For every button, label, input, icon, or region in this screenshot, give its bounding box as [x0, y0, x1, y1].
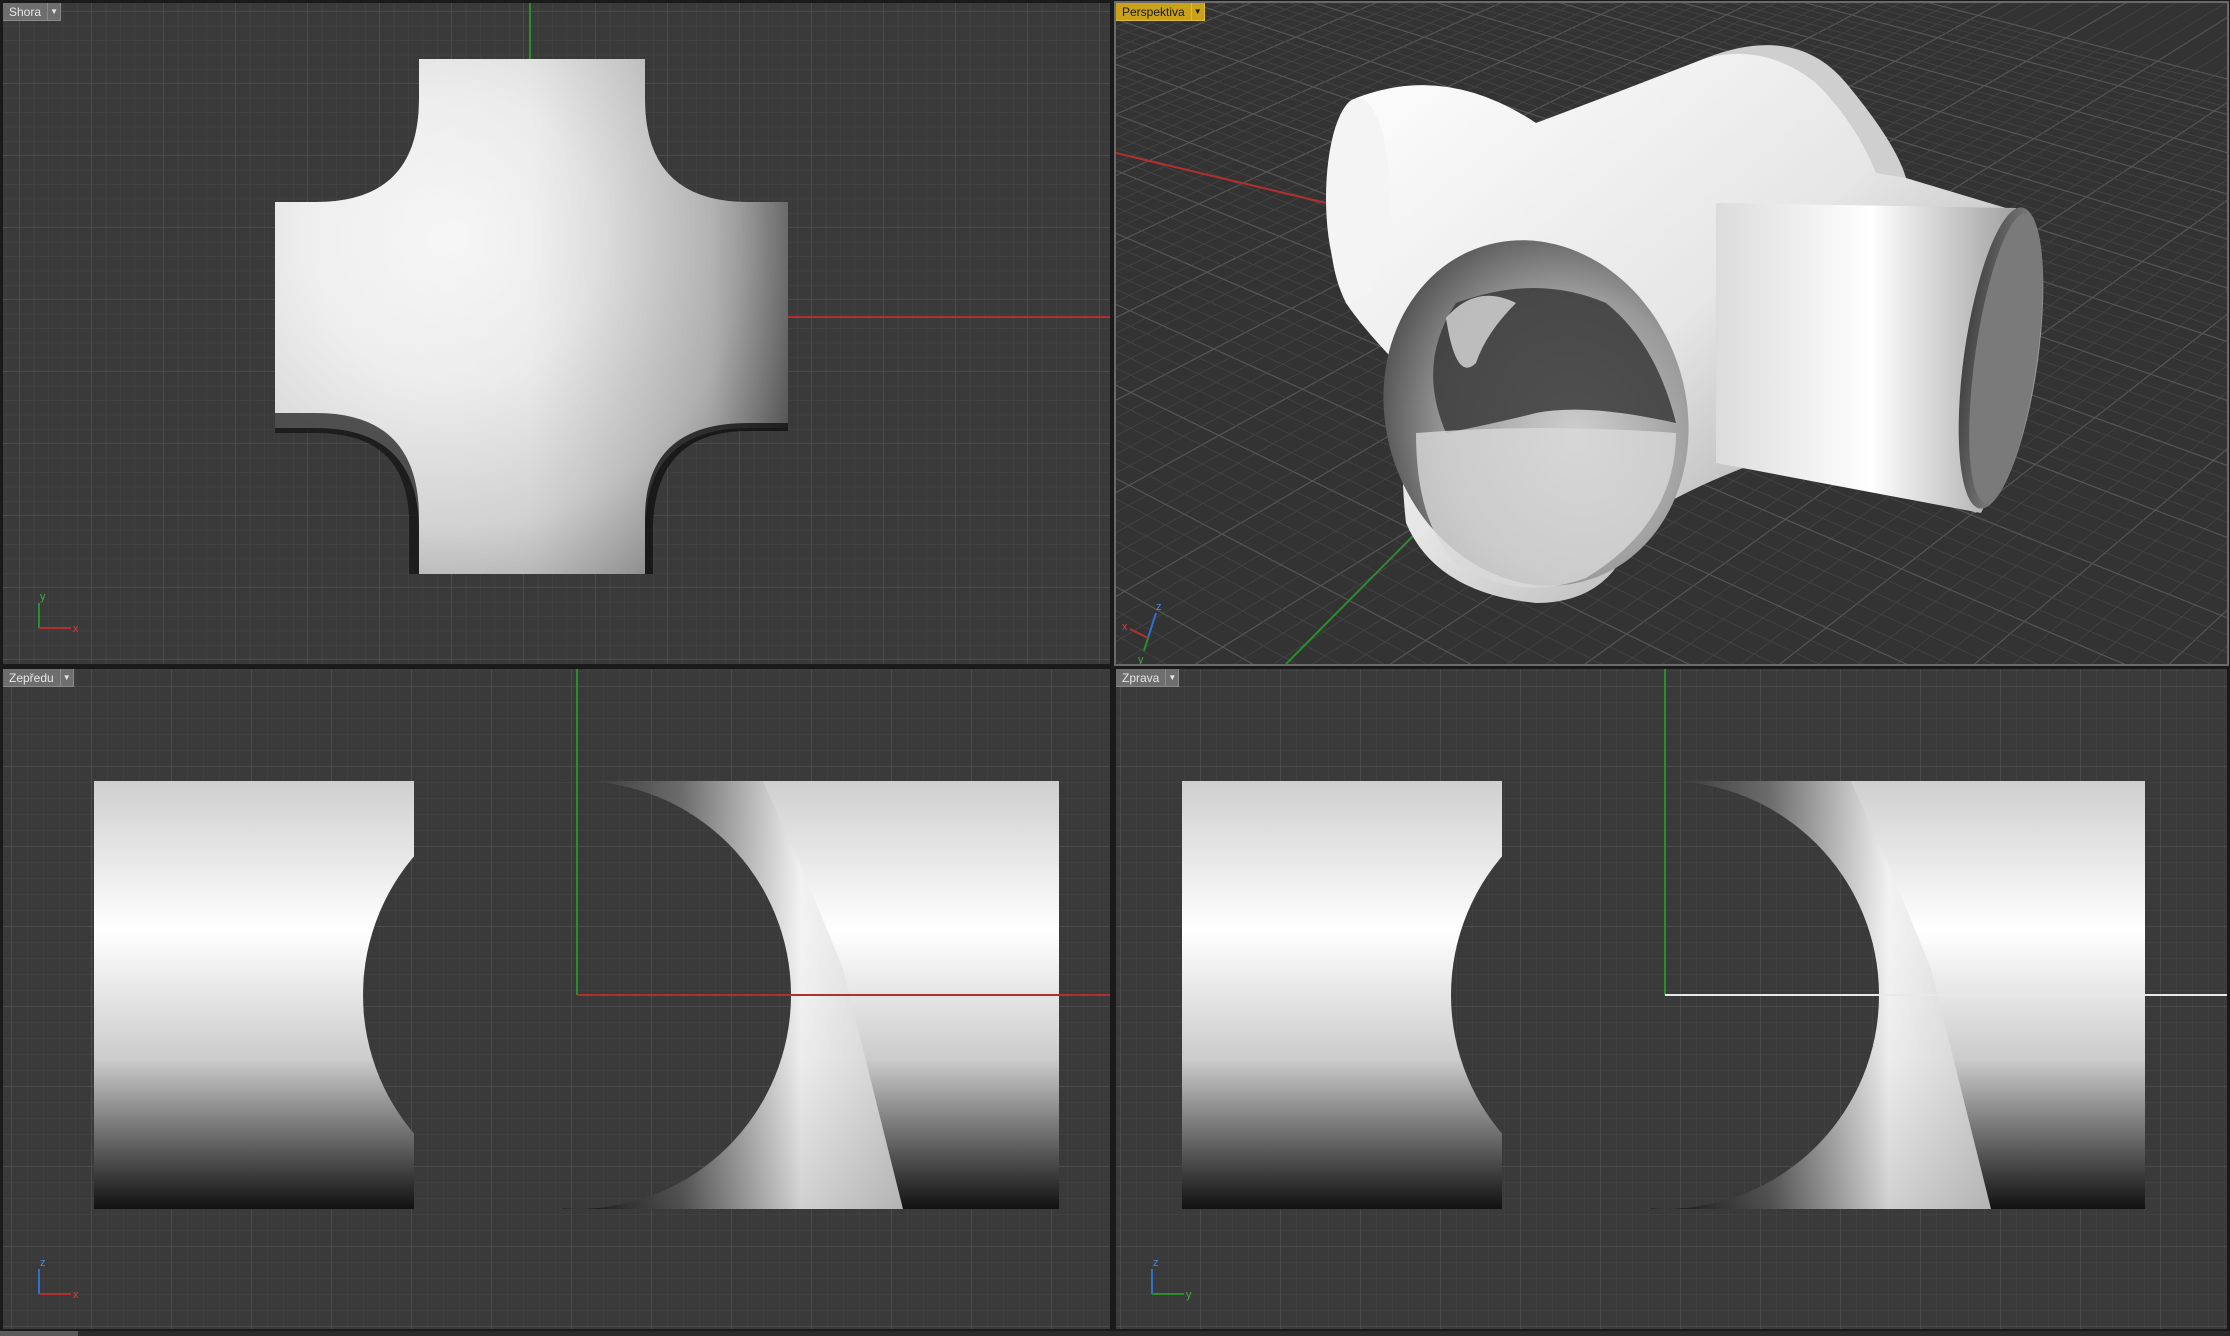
- viewport-tab-front[interactable]: Zepředu ▼: [3, 669, 74, 687]
- gizmo-label-z: z: [1153, 1257, 1159, 1269]
- gizmo-label-z: z: [1156, 601, 1162, 613]
- triangle-down-icon[interactable]: ▼: [1166, 669, 1180, 687]
- viewport-front[interactable]: z x Zepředu ▼: [3, 669, 1110, 1329]
- viewport-tab-top[interactable]: Shora ▼: [3, 3, 62, 21]
- viewport-tab-perspective[interactable]: Perspektiva ▼: [1116, 3, 1205, 21]
- viewport-label-front[interactable]: Zepředu: [3, 669, 61, 687]
- viewport-perspective[interactable]: z x y Perspektiva ▼: [1114, 1, 2229, 666]
- viewport-label-right[interactable]: Zprava: [1116, 669, 1167, 687]
- triangle-down-icon[interactable]: ▼: [60, 669, 74, 687]
- viewport-tab-right[interactable]: Zprava ▼: [1116, 669, 1180, 687]
- triangle-down-icon[interactable]: ▼: [48, 3, 62, 21]
- triangle-down-icon[interactable]: ▼: [1191, 3, 1205, 21]
- perspective-view-canvas[interactable]: z x y: [1116, 3, 2227, 664]
- right-view-canvas[interactable]: z y: [1116, 669, 2227, 1329]
- top-view-canvas[interactable]: y x: [3, 3, 1110, 664]
- gizmo-label-x: x: [73, 623, 79, 635]
- viewport-right[interactable]: z y Zprava ▼: [1116, 669, 2227, 1329]
- gizmo-label-y: y: [1138, 654, 1144, 664]
- viewport-label-perspective[interactable]: Perspektiva: [1116, 3, 1192, 21]
- gizmo-label-y: y: [40, 591, 46, 603]
- status-bar: [0, 1331, 2230, 1336]
- gizmo-label-y: y: [1186, 1289, 1192, 1301]
- front-view-canvas[interactable]: z x: [3, 669, 1110, 1329]
- gizmo-label-x: x: [73, 1289, 79, 1301]
- gizmo-label-x: x: [1122, 621, 1128, 633]
- status-segment: [0, 1331, 78, 1336]
- viewport-top[interactable]: y x Shora ▼: [3, 3, 1110, 664]
- viewport-label-top[interactable]: Shora: [3, 3, 49, 21]
- gizmo-label-z: z: [40, 1257, 46, 1269]
